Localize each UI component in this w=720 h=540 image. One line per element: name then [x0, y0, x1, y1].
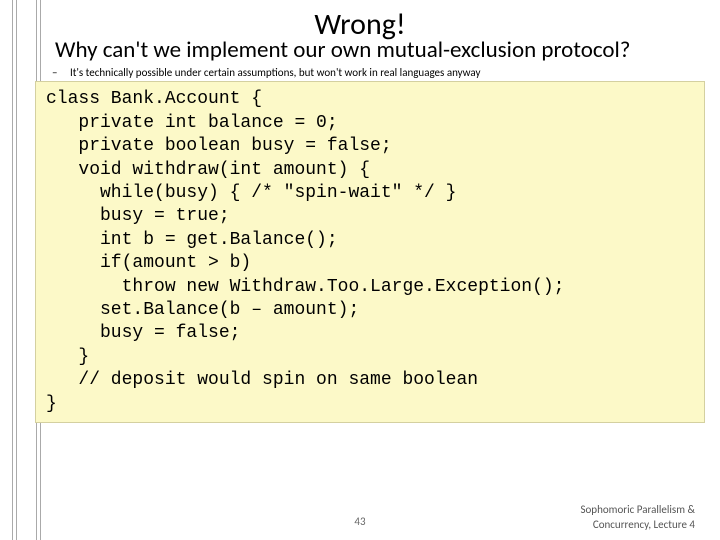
footer-line-2: Concurrency, Lecture 4 [580, 518, 695, 532]
code-block: class Bank.Account { private int balance… [35, 81, 705, 422]
title-overlay: Wrong! [0, 6, 720, 43]
page-number: 43 [354, 515, 365, 528]
footer-line-1: Sophomoric Parallelism & [580, 503, 695, 517]
slide-container: Wrong! Why can't we implement our own mu… [0, 0, 720, 540]
sub-bullet: It's technically possible under certain … [70, 66, 700, 79]
footer-attribution: Sophomoric Parallelism & Concurrency, Le… [580, 503, 695, 532]
